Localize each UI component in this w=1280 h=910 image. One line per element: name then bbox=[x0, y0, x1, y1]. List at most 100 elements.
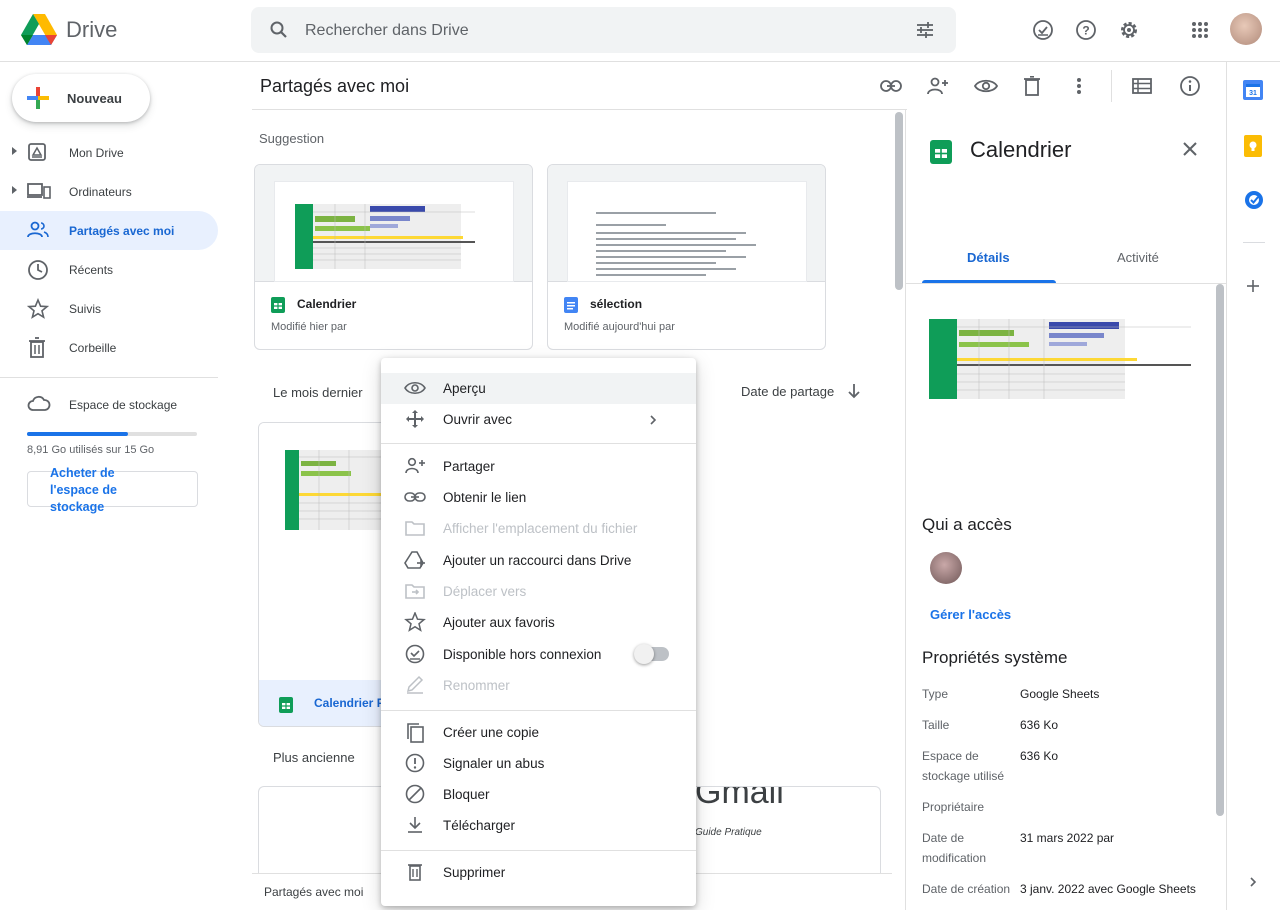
file-preview[interactable] bbox=[929, 316, 1191, 406]
sidebar-item-label: Corbeille bbox=[69, 341, 117, 355]
link-icon[interactable] bbox=[879, 74, 903, 98]
prop-value: 3 janv. 2022 avec Google Sheets bbox=[1020, 882, 1196, 896]
document-preview bbox=[567, 181, 807, 282]
main-scrollbar[interactable] bbox=[895, 112, 903, 290]
sidebar-item-label: Ordinateurs bbox=[69, 185, 132, 199]
details-scrollbar[interactable] bbox=[1216, 284, 1224, 816]
rail-separator bbox=[1243, 242, 1265, 243]
menu-item-download[interactable]: Télécharger bbox=[381, 810, 696, 841]
tab-activity[interactable]: Activité bbox=[1117, 250, 1159, 265]
menu-item-open-with[interactable]: Ouvrir avec bbox=[381, 404, 696, 435]
suggestion-card-selection[interactable]: sélection Modifié aujourd'hui par bbox=[547, 164, 826, 350]
tabs-divider bbox=[906, 283, 1226, 284]
google-sheets-icon bbox=[271, 297, 285, 313]
sidebar-item-storage[interactable]: Espace de stockage bbox=[0, 385, 218, 424]
sidebar-item-trash[interactable]: Corbeille bbox=[0, 328, 218, 367]
manage-access-link[interactable]: Gérer l'accès bbox=[930, 607, 1011, 622]
menu-item-delete[interactable]: Supprimer bbox=[381, 857, 696, 888]
buy-storage-button[interactable]: Acheter de l'espace de stockage bbox=[27, 466, 198, 514]
menu-item-label: Partager bbox=[443, 459, 495, 474]
expand-arrow-icon[interactable] bbox=[12, 186, 17, 194]
new-button-label: Nouveau bbox=[67, 90, 122, 106]
file-meta: Modifié aujourd'hui par bbox=[564, 321, 675, 333]
add-person-icon[interactable] bbox=[926, 74, 950, 98]
tasks-app-icon[interactable] bbox=[1244, 190, 1264, 210]
list-view-icon[interactable] bbox=[1130, 74, 1154, 98]
app-name[interactable]: Drive bbox=[66, 17, 117, 43]
sort-by-label[interactable]: Date de partage bbox=[741, 384, 834, 399]
keep-app-icon[interactable] bbox=[1244, 135, 1262, 157]
eye-icon[interactable] bbox=[974, 74, 998, 98]
add-addon-plus-icon[interactable] bbox=[1245, 278, 1261, 294]
sidebar-item-starred[interactable]: Suivis bbox=[0, 289, 218, 328]
menu-item-label: Aperçu bbox=[443, 381, 486, 396]
offline-ready-icon[interactable] bbox=[1029, 16, 1057, 44]
menu-item-block[interactable]: Bloquer bbox=[381, 779, 696, 810]
sort-direction-arrow-icon[interactable] bbox=[847, 383, 861, 399]
suggestion-card-calendrier[interactable]: Calendrier Modifié hier par bbox=[254, 164, 533, 350]
menu-item-label: Télécharger bbox=[443, 818, 516, 833]
file-name: Calendrier bbox=[297, 297, 357, 311]
owner-avatar[interactable] bbox=[930, 552, 962, 584]
menu-item-report-abuse[interactable]: Signaler un abus bbox=[381, 748, 696, 779]
sidebar-item-label: Récents bbox=[69, 263, 114, 277]
account-avatar[interactable] bbox=[1230, 13, 1262, 45]
sidebar-item-shared-with-me[interactable]: Partagés avec moi bbox=[0, 211, 218, 250]
new-button[interactable]: Nouveau bbox=[12, 74, 150, 122]
menu-item-preview[interactable]: Aperçu bbox=[381, 373, 696, 404]
menu-item-add-to-starred[interactable]: Ajouter aux favoris bbox=[381, 607, 696, 638]
menu-item-label: Afficher l'emplacement du fichier bbox=[443, 521, 638, 536]
expand-panel-chevron-icon[interactable] bbox=[1248, 875, 1258, 889]
help-icon[interactable]: ? bbox=[1072, 16, 1100, 44]
expand-arrow-icon[interactable] bbox=[12, 147, 17, 155]
menu-item-rename[interactable]: Renommer bbox=[381, 670, 696, 701]
search-input[interactable] bbox=[305, 20, 865, 42]
apps-grid-icon[interactable] bbox=[1186, 16, 1214, 44]
prop-key: Date de modification bbox=[922, 831, 987, 865]
menu-item-add-shortcut[interactable]: Ajouter un raccourci dans Drive bbox=[381, 545, 696, 576]
more-vertical-icon[interactable] bbox=[1067, 74, 1091, 98]
google-docs-icon bbox=[564, 297, 578, 313]
google-sheets-icon bbox=[930, 140, 952, 164]
settings-icon[interactable] bbox=[1115, 16, 1143, 44]
file-name: Calendrier F bbox=[314, 696, 385, 710]
menu-item-share[interactable]: Partager bbox=[381, 451, 696, 482]
move-to-folder-icon bbox=[404, 581, 426, 601]
sidebar-divider bbox=[0, 377, 218, 378]
search-bar[interactable] bbox=[251, 7, 956, 53]
trash-icon[interactable] bbox=[1020, 74, 1044, 98]
menu-item-label: Disponible hors connexion bbox=[443, 647, 602, 662]
offline-toggle[interactable] bbox=[634, 644, 669, 664]
svg-text:?: ? bbox=[1082, 24, 1089, 38]
sidebar-item-recent[interactable]: Récents bbox=[0, 250, 218, 289]
menu-item-show-location[interactable]: Afficher l'emplacement du fichier bbox=[381, 513, 696, 544]
sidebar-item-my-drive[interactable]: Mon Drive bbox=[0, 133, 218, 172]
breadcrumb-item[interactable]: Partagés avec moi bbox=[264, 885, 363, 899]
menu-item-move-to[interactable]: Déplacer vers bbox=[381, 576, 696, 607]
report-icon bbox=[404, 753, 426, 773]
calendar-app-icon[interactable]: 31 bbox=[1243, 80, 1263, 100]
page-title: Partagés avec moi bbox=[260, 76, 410, 96]
side-apps-rail: 31 bbox=[1226, 62, 1280, 910]
search-options-icon[interactable] bbox=[915, 20, 935, 40]
search-icon[interactable] bbox=[269, 20, 289, 40]
download-icon bbox=[404, 815, 426, 835]
drive-logo-icon[interactable] bbox=[20, 13, 58, 47]
trash-icon bbox=[404, 862, 426, 882]
menu-item-make-copy[interactable]: Créer une copie bbox=[381, 717, 696, 748]
sidebar-item-computers[interactable]: Ordinateurs bbox=[0, 172, 218, 211]
pencil-icon bbox=[404, 675, 426, 695]
info-icon[interactable] bbox=[1178, 74, 1202, 98]
file-name: sélection bbox=[590, 297, 643, 311]
offline-icon bbox=[404, 644, 426, 664]
menu-item-available-offline[interactable]: Disponible hors connexion bbox=[381, 639, 696, 670]
tab-details[interactable]: Détails bbox=[967, 250, 1010, 265]
menu-item-label: Déplacer vers bbox=[443, 584, 527, 599]
context-menu: Aperçu Ouvrir avec Partager Obtenir le l… bbox=[381, 358, 696, 906]
menu-item-label: Obtenir le lien bbox=[443, 490, 527, 505]
details-title: Calendrier bbox=[970, 137, 1072, 162]
menu-item-get-link[interactable]: Obtenir le lien bbox=[381, 482, 696, 513]
system-properties-heading: Propriétés système bbox=[922, 648, 1068, 667]
close-icon[interactable] bbox=[1181, 140, 1199, 158]
file-card-selected[interactable]: Calendrier F bbox=[258, 422, 390, 727]
